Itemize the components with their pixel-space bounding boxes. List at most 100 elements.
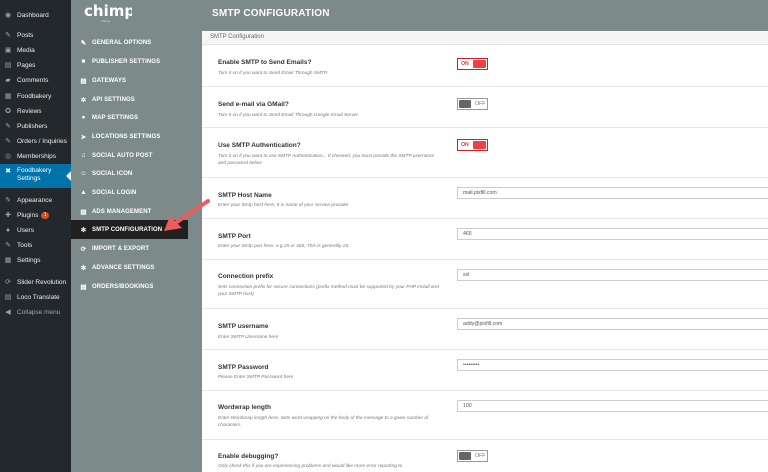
wrench-icon: ✎ — [80, 39, 87, 47]
option-api-settings[interactable]: ✲ API Settings — [71, 90, 188, 109]
toggle-knob — [472, 60, 486, 68]
smtp-password-input[interactable]: ••••••••• — [457, 359, 768, 371]
pin-icon: ✎ — [5, 31, 11, 39]
wp-menu-settings[interactable]: ▦ Settings — [0, 253, 71, 267]
option-gateways[interactable]: ▤ Gateways — [71, 71, 188, 90]
wp-menu-loco-translate[interactable]: ▤ Loco Translate — [0, 290, 71, 304]
option-advance-settings[interactable]: ✻ Advance Settings — [71, 258, 188, 277]
option-social-auto-post[interactable]: ♫ Social Auto Post — [71, 146, 188, 165]
wp-menu-foodbakery-settings[interactable]: ✖ Foodbakery Settings — [0, 164, 71, 188]
field-label: Enable debugging? — [218, 453, 279, 460]
media-icon: ▣ — [4, 46, 12, 54]
wp-menu-publishers[interactable]: ✎ Publishers — [0, 119, 71, 133]
gateway-icon: ▤ — [80, 77, 87, 85]
field-description: Sets connection prefix for secure connec… — [218, 285, 439, 297]
debugging-toggle[interactable]: OFF — [457, 450, 488, 462]
field-description: Enter Wordwrap length here, Sets word wr… — [218, 416, 429, 428]
location-arrow-icon: ➤ — [80, 133, 87, 141]
toggle-state-text: OFF — [475, 101, 486, 107]
smtp-username-input[interactable]: addy@pixfill.com — [457, 318, 768, 330]
social-post-icon: ♫ — [81, 152, 86, 159]
field-description: Enter your Smtp host here, It is name of… — [218, 203, 349, 208]
wp-menu-memberships[interactable]: ◎ Memberships — [0, 149, 71, 163]
gear-icon: ✻ — [80, 226, 87, 234]
wp-menu-media[interactable]: ▣ Media — [0, 43, 71, 57]
logo-tagline: chimp — [101, 19, 110, 23]
wp-menu-pages[interactable]: ▤ Pages — [0, 58, 71, 72]
smtp-host-input[interactable]: mail.pixfill.com — [457, 187, 768, 199]
publisher-icon: ■ — [81, 58, 86, 65]
connection-prefix-input[interactable]: ssl — [457, 269, 768, 281]
option-locations-settings[interactable]: ➤ Locations Settings — [71, 127, 188, 146]
field-label: SMTP Host Name — [218, 192, 272, 199]
field-label: Wordwrap length — [218, 404, 271, 411]
page-title: SMTP CONFIGURATION — [212, 8, 330, 19]
wp-menu-appearance[interactable]: ✎ Appearance — [0, 193, 71, 207]
field-description: Turn it on if you want to use SMTP Authe… — [218, 154, 435, 166]
option-map-settings[interactable]: ● Map Settings — [71, 108, 188, 127]
field-label: Send e-mail via GMail? — [218, 101, 289, 108]
section-subheader — [202, 31, 768, 45]
field-description: Turn it on if you want to Send Email Thr… — [218, 71, 328, 76]
social-icon: ☺ — [80, 170, 87, 177]
api-icon: ✲ — [80, 96, 87, 104]
option-publisher-settings[interactable]: ■ Publisher Settings — [71, 52, 188, 71]
field-label: SMTP Port — [218, 233, 251, 240]
foodbakery-icon: ▦ — [4, 92, 12, 100]
wp-menu-dashboard[interactable]: ◉ Dashboard — [0, 8, 71, 22]
slider-icon: ⟳ — [5, 278, 11, 286]
logo-wordmark: chimp — [84, 2, 132, 20]
map-pin-icon: ● — [81, 114, 86, 121]
orders-icon: ▤ — [80, 283, 87, 291]
smtp-port-input[interactable]: 465 — [457, 228, 768, 240]
wp-menu-users[interactable]: ● Users — [0, 223, 71, 237]
field-label: Connection prefix — [218, 273, 274, 280]
refresh-icon: ⟳ — [80, 245, 87, 253]
toggle-state-text: ON — [461, 61, 469, 67]
toggle-knob — [472, 141, 486, 149]
field-label: SMTP Password — [218, 364, 269, 371]
lock-icon: ▲ — [80, 189, 87, 196]
section-subheader-title: SMTP Configuration — [210, 34, 264, 40]
wp-menu-collapse[interactable]: ◀ Collapse menu — [0, 305, 71, 319]
publishers-icon: ✎ — [5, 122, 11, 130]
option-social-icon[interactable]: ☺ Social Icon — [71, 164, 188, 183]
enable-smtp-toggle[interactable]: ON — [457, 58, 488, 70]
wp-menu-foodbakery[interactable]: ▦ Foodbakery — [0, 89, 71, 103]
wp-menu-plugins[interactable]: ✚ Plugins 1 — [0, 208, 71, 222]
option-import-export[interactable]: ⟳ Import & Export — [71, 239, 188, 258]
option-orders-bookings[interactable]: ▤ Orders/Bookings — [71, 277, 188, 296]
dashboard-icon: ◉ — [4, 11, 12, 19]
orders-icon: ✎ — [5, 137, 11, 145]
wp-menu-comments[interactable]: ▰ Comments — [0, 73, 71, 87]
settings-icon: ▦ — [4, 256, 12, 264]
wp-menu-orders[interactable]: ✎ Orders / Inquiries — [0, 134, 71, 148]
gear-icon: ✻ — [80, 264, 87, 272]
smtp-auth-toggle[interactable]: ON — [457, 139, 488, 151]
wp-menu-reviews[interactable]: ✪ Reviews — [0, 104, 71, 118]
wp-menu-slider-revolution[interactable]: ⟳ Slider Revolution — [0, 275, 71, 289]
plugins-update-badge: 1 — [41, 211, 50, 219]
ads-icon: ▤ — [80, 208, 87, 216]
option-general[interactable]: ✎ General Options — [71, 33, 188, 52]
field-description: Enter your Smtp port here, e.g 25 or 465… — [218, 244, 350, 249]
wordwrap-length-input[interactable]: 100 — [457, 400, 768, 412]
toggle-knob — [459, 100, 471, 108]
comment-icon: ▰ — [5, 76, 11, 84]
toggle-state-text: ON — [461, 142, 469, 148]
chimp-logo: chimp chimp — [84, 2, 132, 23]
wp-menu-tools[interactable]: ✎ Tools — [0, 238, 71, 252]
field-label: SMTP username — [218, 323, 269, 330]
tools-icon: ✎ — [5, 241, 11, 249]
field-description: Only check this if you are experiencing … — [218, 464, 403, 469]
appearance-icon: ✎ — [5, 196, 11, 204]
wp-menu-posts[interactable]: ✎ Posts — [0, 28, 71, 42]
translate-icon: ▤ — [4, 293, 12, 301]
reviews-icon: ✪ — [5, 107, 11, 115]
gmail-toggle[interactable]: OFF — [457, 98, 488, 110]
settings-icon: ✖ — [5, 167, 11, 175]
field-description: Enter SMTP Username here — [218, 335, 279, 340]
page-icon: ▤ — [4, 61, 12, 69]
plugins-icon: ✚ — [5, 211, 11, 219]
collapse-icon: ◀ — [5, 308, 11, 316]
